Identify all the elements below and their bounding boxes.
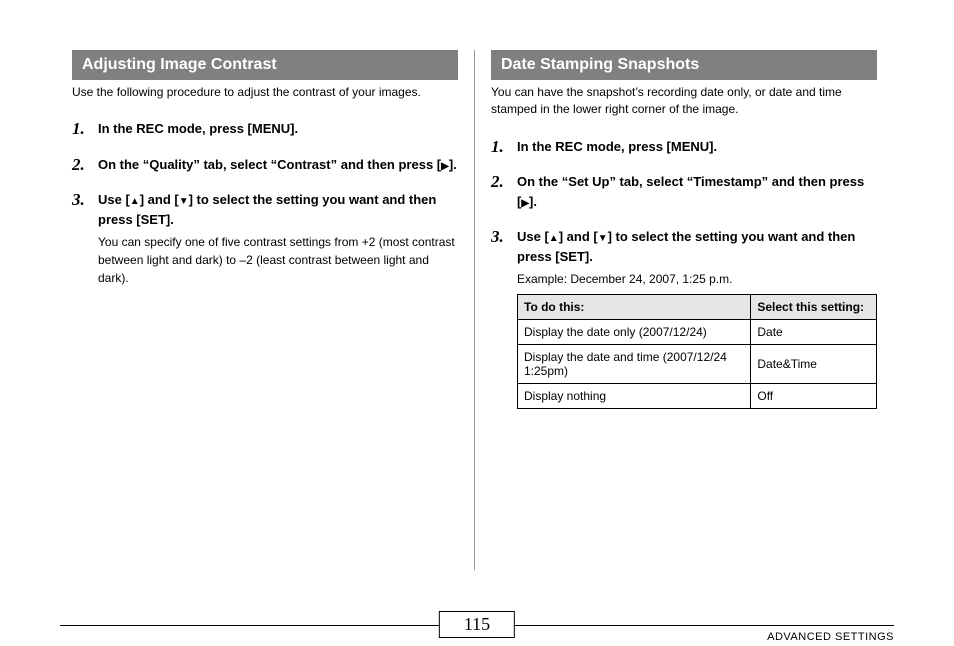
triangle-down-icon xyxy=(598,229,608,244)
step-text-part: On the “Set Up” tab, select “Timestamp” … xyxy=(517,174,864,209)
left-column: Adjusting Image Contrast Use the followi… xyxy=(60,50,470,570)
table-cell: Display the date only (2007/12/24) xyxy=(518,320,751,345)
left-step-3: Use [] and [] to select the setting you … xyxy=(72,190,458,287)
table-row: Display the date only (2007/12/24) Date xyxy=(518,320,877,345)
triangle-down-icon xyxy=(179,192,189,207)
table-header-row: To do this: Select this setting: xyxy=(518,295,877,320)
step-text: In the REC mode, press [MENU]. xyxy=(98,121,298,136)
page-content: Adjusting Image Contrast Use the followi… xyxy=(0,0,954,570)
step-text-part: Use [ xyxy=(517,229,549,244)
page-footer: 115 ADVANCED SETTINGS xyxy=(60,625,894,626)
left-step-2: On the “Quality” tab, select “Contrast” … xyxy=(72,155,458,175)
right-step-2: On the “Set Up” tab, select “Timestamp” … xyxy=(491,172,877,211)
triangle-right-icon xyxy=(521,194,529,209)
step-subtext: You can specify one of five contrast set… xyxy=(98,233,458,287)
table-cell: Display the date and time (2007/12/24 1:… xyxy=(518,345,751,384)
triangle-up-icon xyxy=(130,192,140,207)
left-heading: Adjusting Image Contrast xyxy=(72,50,458,80)
settings-table: To do this: Select this setting: Display… xyxy=(517,294,877,409)
triangle-up-icon xyxy=(549,229,559,244)
table-header-cell: Select this setting: xyxy=(751,295,877,320)
table-header-cell: To do this: xyxy=(518,295,751,320)
right-steps-list: In the REC mode, press [MENU]. On the “S… xyxy=(491,137,877,410)
right-column: Date Stamping Snapshots You can have the… xyxy=(479,50,889,570)
step-subtext: Example: December 24, 2007, 1:25 p.m. xyxy=(517,270,877,288)
right-step-1: In the REC mode, press [MENU]. xyxy=(491,137,877,157)
left-steps-list: In the REC mode, press [MENU]. On the “Q… xyxy=(72,119,458,287)
step-text-part: ]. xyxy=(529,194,537,209)
right-heading: Date Stamping Snapshots xyxy=(491,50,877,80)
step-text: Use [] and [] to select the setting you … xyxy=(517,229,855,264)
step-text: In the REC mode, press [MENU]. xyxy=(517,139,717,154)
page-number: 115 xyxy=(439,611,515,638)
table-cell: Off xyxy=(751,384,877,409)
triangle-right-icon xyxy=(441,157,449,172)
step-text: Use [] and [] to select the setting you … xyxy=(98,192,436,227)
step-text-part: On the “Quality” tab, select “Contrast” … xyxy=(98,157,441,172)
step-text-part: ] and [ xyxy=(559,229,598,244)
column-divider xyxy=(474,50,475,570)
footer-section-label: ADVANCED SETTINGS xyxy=(767,631,894,643)
left-step-1: In the REC mode, press [MENU]. xyxy=(72,119,458,139)
table-row: Display nothing Off xyxy=(518,384,877,409)
left-intro-text: Use the following procedure to adjust th… xyxy=(72,84,458,101)
step-text-part: Use [ xyxy=(98,192,130,207)
right-intro-text: You can have the snapshot’s recording da… xyxy=(491,84,877,119)
step-text-part: ] and [ xyxy=(140,192,179,207)
table-row: Display the date and time (2007/12/24 1:… xyxy=(518,345,877,384)
right-step-3: Use [] and [] to select the setting you … xyxy=(491,227,877,409)
step-text-part: ]. xyxy=(449,157,457,172)
table-cell: Date xyxy=(751,320,877,345)
step-text: On the “Set Up” tab, select “Timestamp” … xyxy=(517,174,864,209)
step-text: On the “Quality” tab, select “Contrast” … xyxy=(98,157,457,172)
table-cell: Date&Time xyxy=(751,345,877,384)
table-cell: Display nothing xyxy=(518,384,751,409)
